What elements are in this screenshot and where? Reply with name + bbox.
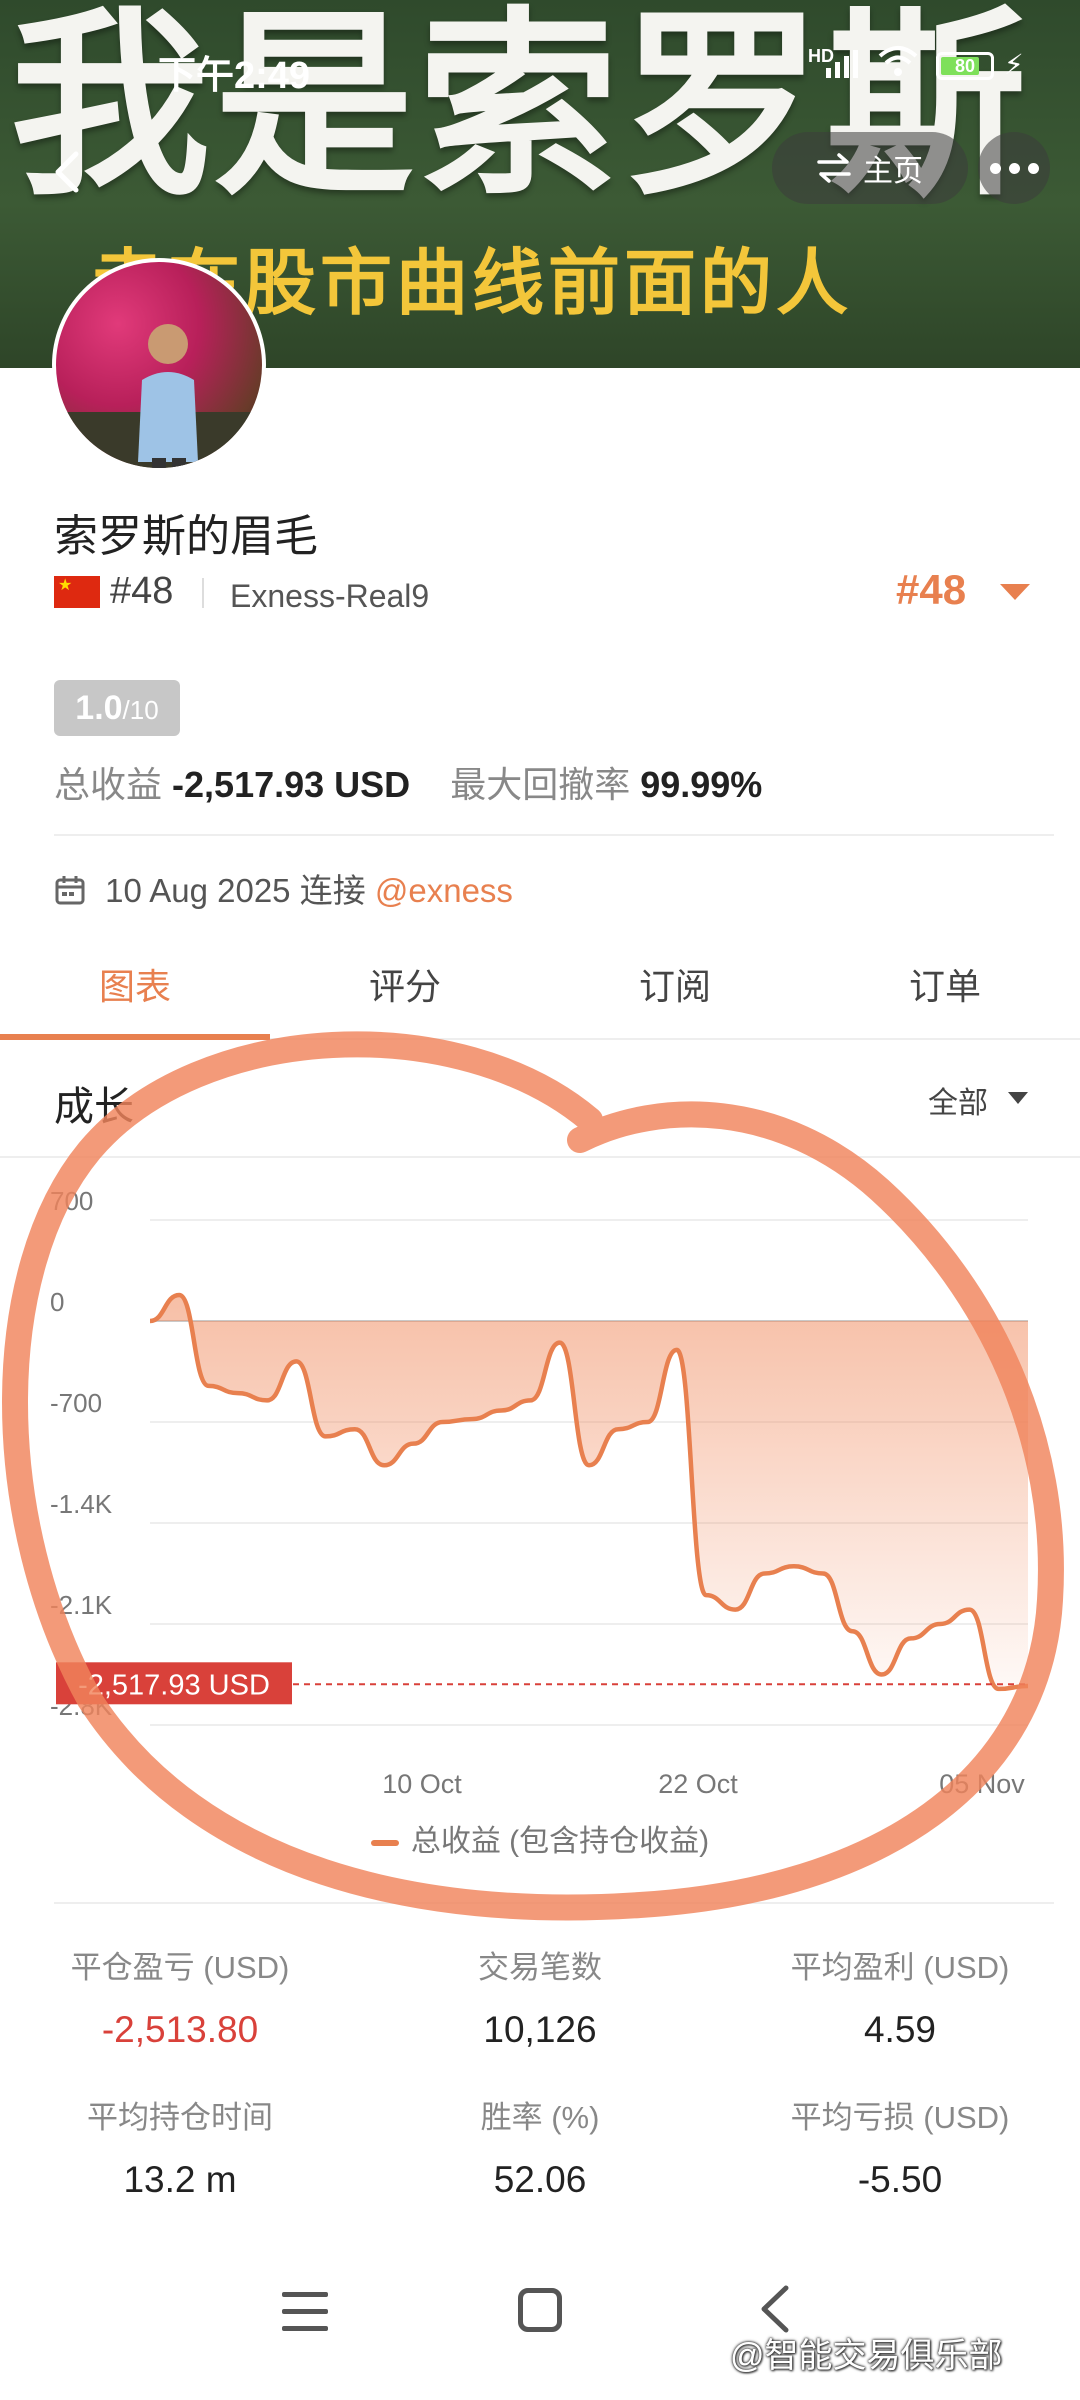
- total-profit-label: 总收益: [54, 764, 163, 805]
- more-button[interactable]: [978, 132, 1050, 204]
- tab-bar: 图表 评分 订阅 订单: [0, 950, 1080, 1040]
- home-button[interactable]: 主页: [772, 132, 968, 204]
- swap-icon: [817, 153, 851, 183]
- divider: [202, 578, 204, 608]
- recent-apps-icon[interactable]: [282, 2292, 328, 2332]
- home-label: 主页: [863, 155, 923, 188]
- caret-down-icon[interactable]: [1000, 584, 1030, 600]
- status-bar: 下午2:49 HD 80 ⚡: [0, 38, 1080, 98]
- y-tick-label: -1.4K: [50, 1489, 113, 1519]
- home-nav-icon[interactable]: [518, 2288, 562, 2332]
- drawdown-value: 99.99%: [640, 764, 763, 805]
- legend-swatch: [370, 1840, 399, 1847]
- connection-info: 10 Aug 2025 连接 @exness: [54, 864, 513, 912]
- back-nav-icon[interactable]: [756, 2284, 796, 2334]
- tab-chart[interactable]: 图表: [0, 950, 270, 1040]
- growth-chart: 7000-700-1.4K-2.1K-2.8K10 Oct 22 Oct 05 No…: [50, 1186, 1029, 1799]
- chart-legend: 总收益 (包含持仓收益): [0, 1816, 1080, 1860]
- status-time: 下午2:49: [158, 55, 311, 97]
- rank: #48: [110, 570, 174, 612]
- x-tick-label: 05 Nov: [939, 1769, 1025, 1799]
- avatar-photo: [56, 324, 262, 468]
- charging-icon: ⚡: [1004, 49, 1024, 80]
- y-tick-label: 0: [50, 1287, 64, 1317]
- trader-name: 索罗斯的眉毛: [54, 512, 318, 561]
- current-value-label: -2,517.93 USD: [78, 1669, 270, 1701]
- drawdown-label: 最大回撤率: [450, 764, 631, 805]
- stat-avg-profit: 平均盈利 (USD) 4.59: [790, 1950, 1010, 2050]
- stat-win-rate: 胜率 (%) 52.06: [480, 2100, 600, 2200]
- system-nav-bar: @智能交易俱乐部: [0, 2270, 1080, 2400]
- broker-link[interactable]: @exness: [375, 872, 513, 909]
- wifi-icon: [878, 46, 918, 76]
- connect-label: 连接: [299, 872, 366, 909]
- battery-icon: 80: [936, 52, 994, 80]
- x-tick-label: 22 Oct: [658, 1769, 738, 1799]
- total-profit-value: -2,517.93 USD: [172, 764, 411, 805]
- growth-header: 成长 全部: [0, 1042, 1080, 1158]
- area-fill: [150, 1295, 1028, 1689]
- caret-down-icon[interactable]: [1008, 1092, 1028, 1104]
- profit-summary: 总收益 -2,517.93 USD 最大回撤率 99.99%: [54, 756, 762, 808]
- x-tick-label: 10 Oct: [382, 1769, 462, 1799]
- divider: [54, 1902, 1054, 1904]
- tab-orders[interactable]: 订单: [810, 950, 1080, 1038]
- avatar[interactable]: [52, 258, 266, 472]
- tab-subscribe[interactable]: 订阅: [540, 950, 810, 1038]
- range-selector[interactable]: 全部: [928, 1078, 988, 1122]
- stat-avg-hold-time: 平均持仓时间 13.2 m: [87, 2100, 273, 2200]
- watermark: @智能交易俱乐部: [730, 2337, 1003, 2375]
- tab-rating[interactable]: 评分: [270, 950, 540, 1038]
- score-badge: 1.0/10: [54, 680, 180, 736]
- y-tick-label: -700: [50, 1388, 102, 1418]
- calendar-icon: [55, 876, 85, 905]
- signal-icon: [826, 48, 858, 78]
- stat-closed-pnl: 平仓盈亏 (USD) -2,513.80: [70, 1950, 290, 2050]
- stat-avg-loss: 平均亏损 (USD) -5.50: [790, 2100, 1010, 2200]
- section-title: 成长: [54, 1085, 134, 1129]
- divider: [54, 834, 1054, 836]
- battery-level: 80: [954, 56, 976, 76]
- y-tick-label: -2.1K: [50, 1590, 113, 1620]
- rank-selector[interactable]: #48: [896, 566, 966, 614]
- back-arrow-icon[interactable]: [40, 142, 100, 202]
- server-name: Exness-Real9: [230, 578, 430, 614]
- join-date: 10 Aug 2025: [105, 872, 291, 909]
- legend-label: 总收益 (包含持仓收益): [410, 1825, 710, 1858]
- china-flag-icon: ★: [54, 576, 100, 608]
- stat-trade-count: 交易笔数 10,126: [478, 1950, 602, 2050]
- y-tick-label: 700: [50, 1186, 93, 1216]
